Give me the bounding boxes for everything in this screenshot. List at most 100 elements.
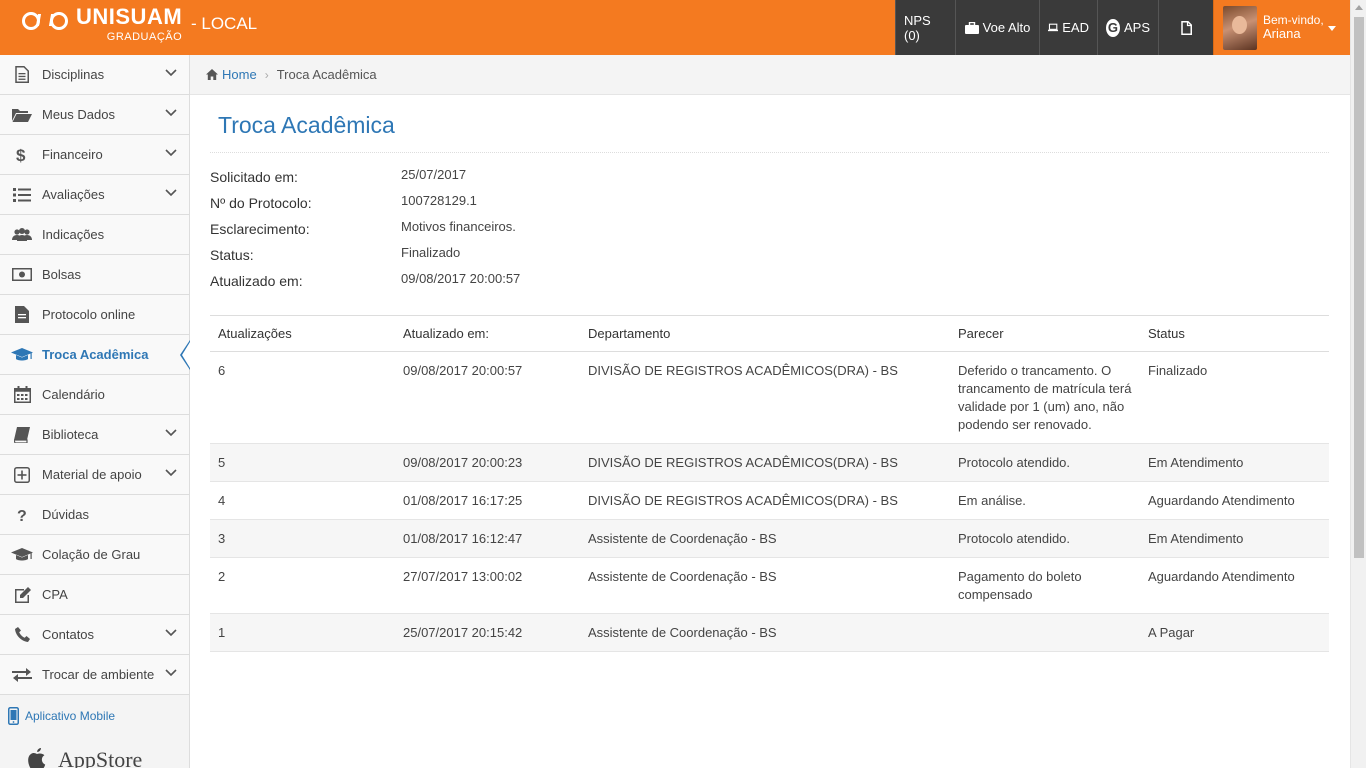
breadcrumb-home-label: Home (222, 67, 257, 82)
info-label: Esclarecimento: (210, 221, 310, 237)
table-cell: 2 (210, 557, 395, 614)
sidebar-item-protocolo-online[interactable]: Protocolo online (0, 295, 189, 335)
sidebar-item-colacao-de-grau[interactable]: Colação de Grau (0, 535, 189, 575)
sidebar-item-disciplinas[interactable]: Disciplinas (0, 55, 189, 95)
table-header-row: Atualizações Atualizado em: Departamento… (210, 315, 1329, 352)
user-menu[interactable]: Bem-vindo, Ariana (1213, 0, 1350, 55)
chevron-down-icon (165, 469, 177, 477)
sidebar-item-avaliacoes[interactable]: Avaliações (0, 175, 189, 215)
mobile-phone-icon (8, 707, 19, 725)
breadcrumb: Home › Troca Acadêmica (190, 55, 1350, 95)
info-value: Finalizado (401, 245, 461, 260)
scroll-up-arrow-icon[interactable] (1355, 5, 1363, 10)
mobile-app-label: Aplicativo Mobile (25, 709, 116, 723)
sidebar-item-label: Financeiro (42, 147, 103, 162)
sidebar-item-label: Dúvidas (42, 507, 89, 522)
top-nav: NPS (0) Voe Alto EAD G APS (895, 0, 1213, 55)
column-header: Status (1140, 315, 1329, 352)
mobile-app-link[interactable]: Aplicativo Mobile (8, 707, 115, 725)
table-cell: Assistente de Coordenação - BS (580, 519, 950, 558)
sidebar-item-bolsas[interactable]: Bolsas (0, 255, 189, 295)
table-cell: Em Atendimento (1140, 443, 1329, 482)
sidebar-item-label: Disciplinas (42, 67, 105, 82)
sidebar-item-label: Material de apoio (42, 467, 142, 482)
table-cell: A Pagar (1140, 613, 1329, 652)
chevron-down-icon (165, 429, 177, 437)
request-info: Solicitado em: 25/07/2017 Nº do Protocol… (210, 167, 810, 297)
table-row: 6 09/08/2017 20:00:57 DIVISÃO DE REGISTR… (210, 351, 1329, 444)
breadcrumb-current: Troca Acadêmica (276, 67, 377, 82)
breadcrumb-home-link[interactable]: Home (206, 67, 257, 82)
info-label: Solicitado em: (210, 169, 298, 185)
user-name: Ariana (1263, 25, 1301, 41)
sidebar-item-biblioteca[interactable]: Biblioteca (0, 415, 189, 455)
file-text-icon (11, 65, 33, 85)
chevron-down-icon (165, 69, 177, 77)
table-cell: 25/07/2017 20:15:42 (395, 613, 580, 652)
voe-alto-label: Voe Alto (982, 20, 1031, 35)
chevron-down-icon (165, 669, 177, 677)
folder-open-icon (11, 105, 33, 125)
sidebar-item-contatos[interactable]: Contatos (0, 615, 189, 655)
appstore-label: AppStore (58, 747, 143, 768)
sidebar-item-label: Meus Dados (42, 107, 115, 122)
sidebar-item-cpa[interactable]: CPA (0, 575, 189, 615)
graduation-cap-icon (11, 545, 33, 565)
info-value: 25/07/2017 (401, 167, 467, 182)
aps-button[interactable]: G APS (1097, 0, 1158, 55)
sidebar-item-indicacoes[interactable]: Indicações (0, 215, 189, 255)
table-cell: 6 (210, 351, 395, 444)
info-label: Status: (210, 247, 254, 263)
sidebar-item-trocar-de-ambiente[interactable]: Trocar de ambiente (0, 655, 189, 695)
sidebar: Disciplinas Meus Dados $ Financeiro Aval… (0, 55, 190, 768)
page-scrollbar[interactable] (1350, 0, 1366, 768)
nps-button[interactable]: NPS (0) (895, 0, 955, 55)
unisuam-logo[interactable]: UNISUAM GRADUAÇÃO (22, 6, 182, 46)
sidebar-item-duvidas[interactable]: ? Dúvidas (0, 495, 189, 535)
table-cell: Protocolo atendido. (950, 443, 1140, 482)
table-row: 1 25/07/2017 20:15:42 Assistente de Coor… (210, 613, 1329, 652)
sidebar-item-meus-dados[interactable]: Meus Dados (0, 95, 189, 135)
voe-alto-button[interactable]: Voe Alto (955, 0, 1039, 55)
column-header: Atualizações (210, 315, 395, 352)
table-cell: DIVISÃO DE REGISTROS ACADÊMICOS(DRA) - B… (580, 443, 950, 482)
info-value: 09/08/2017 20:00:57 (401, 271, 521, 286)
info-row-solicitado: Solicitado em: 25/07/2017 (210, 167, 810, 193)
document-button[interactable] (1158, 0, 1213, 55)
sidebar-item-label: Bolsas (42, 267, 82, 282)
table-cell: 01/08/2017 16:17:25 (395, 481, 580, 520)
logo-mark-icon (22, 8, 70, 38)
page-title: Troca Acadêmica (218, 112, 395, 138)
table-cell: Em análise. (950, 481, 1140, 520)
sidebar-item-troca-academica[interactable]: Troca Acadêmica (0, 335, 190, 375)
sidebar-item-calendario[interactable]: Calendário (0, 375, 189, 415)
updates-table: Atualizações Atualizado em: Departamento… (210, 315, 1329, 652)
sidebar-item-label: Indicações (42, 227, 105, 242)
chevron-down-icon (165, 189, 177, 197)
ead-label: EAD (1062, 20, 1089, 35)
ead-button[interactable]: EAD (1039, 0, 1097, 55)
info-label: Nº do Protocolo: (210, 195, 312, 211)
table-cell: 1 (210, 613, 395, 652)
sidebar-item-financeiro[interactable]: $ Financeiro (0, 135, 189, 175)
sidebar-item-label: Troca Acadêmica (42, 347, 149, 362)
sidebar-item-material-de-apoio[interactable]: Material de apoio (0, 455, 189, 495)
logo-subtitle: GRADUAÇÃO (106, 31, 183, 43)
info-row-protocolo: Nº do Protocolo: 100728129.1 (210, 193, 810, 219)
column-header: Parecer (950, 315, 1140, 352)
appstore-badge[interactable]: AppStore (26, 747, 142, 768)
breadcrumb-separator-icon: › (264, 67, 269, 82)
exchange-icon (11, 665, 33, 685)
table-cell: 27/07/2017 13:00:02 (395, 557, 580, 614)
table-cell: Deferido o trancamento. O trancamento de… (950, 351, 1140, 444)
info-label: Atualizado em: (210, 273, 303, 289)
column-header: Atualizado em: (395, 315, 580, 352)
table-row: 3 01/08/2017 16:12:47 Assistente de Coor… (210, 519, 1329, 558)
dollar-icon: $ (11, 145, 33, 165)
briefcase-icon (964, 21, 979, 34)
scrollbar-thumb[interactable] (1354, 17, 1364, 558)
table-cell: 09/08/2017 20:00:23 (395, 443, 580, 482)
table-cell: Assistente de Coordenação - BS (580, 557, 950, 614)
nps-label: NPS (0) (904, 12, 931, 43)
sidebar-item-label: Colação de Grau (42, 547, 141, 562)
